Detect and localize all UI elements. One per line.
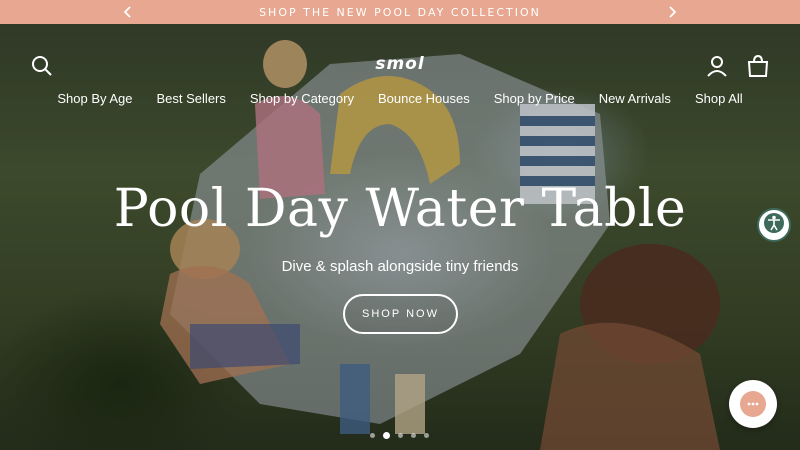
slide-dot[interactable] [424,433,429,438]
hero-banner: smol Shop By Age Best Sellers Shop by Ca… [0,24,800,450]
hero-title: Pool Day Water Table [113,179,687,239]
slide-dot[interactable] [370,433,375,438]
nav-item-shop-by-price[interactable]: Shop by Price [482,91,587,111]
chevron-right-icon[interactable] [664,4,680,20]
chat-button[interactable] [729,380,777,428]
accessibility-button[interactable] [757,208,791,242]
search-icon[interactable] [30,54,54,78]
chevron-left-icon[interactable] [120,4,136,20]
nav-item-shop-by-age[interactable]: Shop By Age [45,91,144,111]
announcement-text[interactable]: SHOP THE NEW POOL DAY COLLECTION [259,6,541,19]
announcement-bar: SHOP THE NEW POOL DAY COLLECTION [0,0,800,24]
slide-dots [370,432,429,439]
hero-subtitle: Dive & splash alongside tiny friends [281,258,519,275]
slide-dot[interactable] [411,433,416,438]
nav-item-bounce-houses[interactable]: Bounce Houses [366,91,482,111]
nav-item-best-sellers[interactable]: Best Sellers [145,91,238,111]
chat-icon [740,391,766,417]
account-icon[interactable] [705,54,729,78]
slide-dot-active[interactable] [383,432,390,439]
nav-item-shop-all[interactable]: Shop All [683,91,755,111]
cart-icon[interactable] [746,54,770,78]
accessibility-icon [763,212,785,239]
main-nav: Shop By Age Best Sellers Shop by Categor… [0,91,800,111]
slide-dot[interactable] [398,433,403,438]
nav-item-new-arrivals[interactable]: New Arrivals [587,91,683,111]
brand-logo[interactable]: smol [356,54,444,74]
shop-now-button[interactable]: SHOP NOW [343,294,458,334]
nav-item-shop-by-category[interactable]: Shop by Category [238,91,366,111]
